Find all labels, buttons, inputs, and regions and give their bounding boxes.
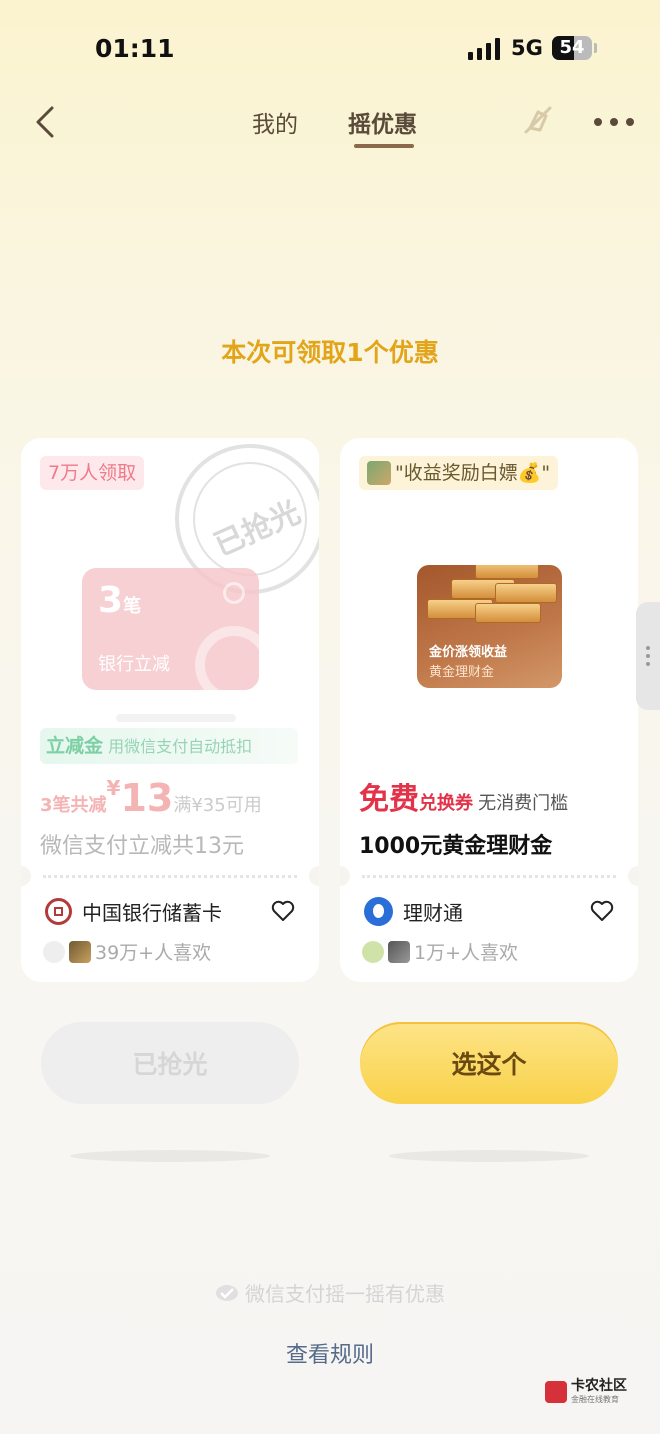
view-rules-link[interactable]: 查看规则 xyxy=(0,1337,660,1369)
offer-description: 微信支付立减共13元 xyxy=(40,834,244,859)
likes-count: 39万+人喜欢 xyxy=(95,942,212,964)
offer-card-gold[interactable]: "收益奖励白嫖💰" 金价涨领收益 黄金理财金 免费兑换券 无消费门槛 1000元… xyxy=(340,438,638,982)
gold-bars-image: 金价涨领收益 黄金理财金 xyxy=(417,565,562,688)
select-offer-button[interactable]: 选这个 xyxy=(360,1022,618,1104)
watermark: 卡农社区 金融在线教育 xyxy=(545,1378,627,1405)
price-prefix: 3笔共减 xyxy=(40,795,107,816)
wechat-pay-icon xyxy=(216,1285,238,1301)
gold-box-title: 金价涨领收益 xyxy=(429,645,508,660)
mute-icon[interactable] xyxy=(522,104,554,136)
heart-icon[interactable] xyxy=(590,900,614,922)
battery-level: 54 xyxy=(559,37,585,58)
likes-count: 1万+人喜欢 xyxy=(414,942,519,964)
signal-icon xyxy=(468,38,502,60)
tab-shake[interactable]: 摇优惠 xyxy=(348,105,417,139)
watermark-tagline: 金融在线教育 xyxy=(571,1395,619,1404)
likes-row: 39万+人喜欢 xyxy=(43,938,211,965)
licaitong-logo xyxy=(364,896,393,926)
card-count-unit: 笔 xyxy=(123,596,142,617)
free-label: 免费 xyxy=(359,782,419,817)
bank-discount-card: 3笔 银行立减 xyxy=(82,568,259,690)
watermark-name: 卡农社区 xyxy=(571,1378,627,1394)
slogan-text: 微信支付摇一摇有优惠 xyxy=(245,1282,445,1306)
discount-strip: 立减金 用微信支付自动抵扣 xyxy=(40,728,298,764)
coupon-type: 兑换券 xyxy=(419,793,473,814)
threshold-text: 无消费门槛 xyxy=(478,793,569,814)
strip-text: 用微信支付自动抵扣 xyxy=(108,737,253,756)
price-line: 3笔共减¥13满¥35可用 xyxy=(40,776,262,820)
free-line: 免费兑换券 无消费门槛 xyxy=(359,774,568,818)
brand-row: 中国银行储蓄卡 xyxy=(45,897,222,925)
offer-card-bank[interactable]: 7万人领取 已抢光 3笔 银行立减 立减金 用微信支付自动抵扣 3笔共减¥13满… xyxy=(21,438,319,982)
heart-icon[interactable] xyxy=(271,900,295,922)
card-divider xyxy=(340,866,638,886)
bank-of-china-logo xyxy=(45,897,72,925)
sold-out-button: 已抢光 xyxy=(41,1022,299,1104)
network-label: 5G xyxy=(511,36,543,60)
brand-row: 理财通 xyxy=(364,896,463,926)
status-time: 01:11 xyxy=(95,34,175,63)
price-value: 13 xyxy=(120,776,174,820)
side-drawer-handle[interactable] xyxy=(636,602,660,710)
avatar xyxy=(69,940,91,963)
avatar xyxy=(388,940,410,963)
currency-symbol: ¥ xyxy=(106,776,121,800)
avatar xyxy=(43,940,65,963)
more-icon[interactable] xyxy=(594,118,634,126)
avatar xyxy=(362,940,384,963)
card-divider xyxy=(21,866,319,886)
brand-name: 理财通 xyxy=(403,900,463,925)
strip-title: 立减金 xyxy=(46,735,104,757)
likes-row: 1万+人喜欢 xyxy=(362,938,518,965)
page-headline: 本次可领取1个优惠 xyxy=(221,338,439,367)
promo-tag: "收益奖励白嫖💰" xyxy=(359,456,559,490)
offer-description: 1000元黄金理财金 xyxy=(359,834,553,859)
back-icon[interactable] xyxy=(30,104,62,140)
footer-slogan: 微信支付摇一摇有优惠 xyxy=(0,1278,660,1307)
promo-tag-text: "收益奖励白嫖💰" xyxy=(395,462,551,484)
brand-name: 中国银行储蓄卡 xyxy=(82,900,222,925)
battery-tip xyxy=(594,43,597,53)
avatar xyxy=(367,461,391,485)
tab-mine[interactable]: 我的 xyxy=(252,105,298,139)
price-condition: 满¥35可用 xyxy=(173,795,262,816)
active-tab-indicator xyxy=(354,144,414,148)
battery-icon: 54 xyxy=(552,36,592,60)
card-label: 银行立减 xyxy=(98,654,170,675)
claim-count-tag: 7万人领取 xyxy=(40,456,145,490)
gold-box-subtitle: 黄金理财金 xyxy=(429,665,495,680)
kanong-logo-icon xyxy=(545,1380,567,1403)
card-count: 3 xyxy=(98,580,124,621)
